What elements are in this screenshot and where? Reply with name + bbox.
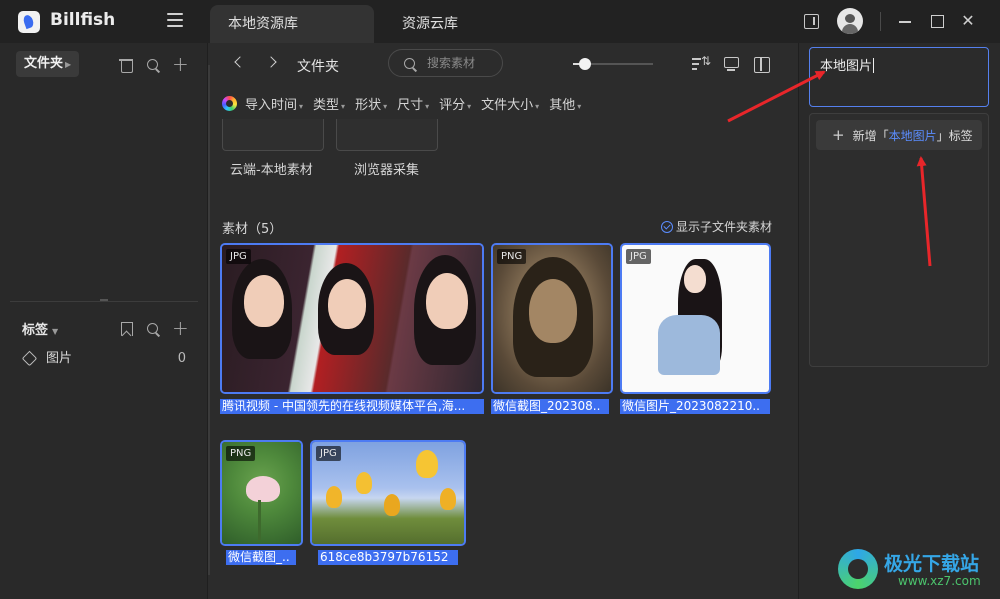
sort-icon[interactable]	[692, 54, 711, 72]
tag-count: 0	[177, 351, 186, 366]
show-subfolder-toggle[interactable]: 显示子文件夹素材	[660, 218, 772, 235]
tag-suggestion-dropdown: + 新增「本地图片」标签	[809, 113, 989, 367]
zoom-slider[interactable]	[573, 58, 653, 70]
watermark-url: www.xz7.com	[898, 574, 981, 588]
tag-label: 图片	[46, 351, 73, 366]
title-separator	[880, 12, 881, 31]
asset-thumbnail[interactable]: JPG	[310, 440, 466, 546]
file-type-badge: JPG	[226, 249, 251, 264]
sidebar: 文件夹 ▶ + 标签 ▼ + 图片 0	[0, 43, 208, 599]
asset-thumbnail[interactable]: PNG	[491, 243, 613, 394]
tab-local-library[interactable]: 本地资源库	[210, 5, 374, 43]
add-folder-icon[interactable]: +	[172, 54, 189, 74]
asset-name[interactable]: 微信截图_..	[226, 550, 296, 565]
asset-thumbnail[interactable]: PNG	[220, 440, 303, 546]
monitor-icon[interactable]	[723, 56, 739, 72]
add-new-tag-option[interactable]: + 新增「本地图片」标签	[816, 120, 982, 150]
folder-search-icon[interactable]	[145, 57, 161, 73]
sidebar-item-tag-images[interactable]: 图片 0	[21, 349, 190, 369]
minimize-button[interactable]	[896, 12, 914, 30]
filter-bar: 导入时间 ▾ 类型 ▾ 形状 ▾ 尺寸 ▾ 评分 ▾ 文件大小 ▾ 其他 ▾	[222, 94, 591, 113]
plus-icon: +	[832, 126, 845, 144]
file-type-badge: JPG	[316, 446, 341, 461]
asset-name[interactable]: 微信图片_2023082210..	[620, 399, 770, 414]
tags-section-label: 标签	[22, 323, 49, 338]
asset-name[interactable]: 微信截图_202308..	[491, 399, 609, 414]
filter-shape[interactable]: 形状 ▾	[355, 94, 387, 113]
zoom-slider-thumb[interactable]	[579, 58, 591, 70]
filter-type[interactable]: 类型 ▾	[313, 94, 345, 113]
folder-section-label: 文件夹	[24, 56, 64, 71]
file-type-badge: PNG	[226, 446, 256, 461]
file-type-badge: JPG	[626, 249, 651, 264]
filter-size[interactable]: 尺寸 ▾	[397, 94, 429, 113]
app-name: Billfish	[50, 10, 116, 30]
panel-toggle-icon[interactable]	[804, 14, 819, 29]
asset-name[interactable]: 腾讯视频 - 中国领先的在线视频媒体平台,海...	[220, 399, 484, 414]
title-bar: Billfish 本地资源库 资源云库 ✕	[0, 0, 1000, 43]
layout-icon[interactable]	[753, 56, 770, 73]
folder-card-browser[interactable]	[336, 119, 438, 151]
color-filter-icon[interactable]	[222, 95, 237, 111]
caret-down-icon: ▼	[52, 327, 59, 336]
add-tag-icon[interactable]: +	[172, 318, 189, 338]
filter-rating[interactable]: 评分 ▾	[439, 94, 471, 113]
tag-icon	[21, 350, 38, 367]
tags-section-header[interactable]: 标签 ▼	[22, 319, 58, 338]
billfish-logo-icon	[18, 11, 40, 33]
tag-panel: 本地图片 + 新增「本地图片」标签	[798, 43, 1000, 599]
asset-thumbnail[interactable]: JPG	[220, 243, 484, 394]
search-box[interactable]	[388, 49, 503, 77]
watermark-logo-icon	[838, 549, 878, 589]
watermark-title: 极光下载站	[884, 553, 980, 575]
asset-name[interactable]: 618ce8b3797b76152	[318, 550, 458, 565]
forward-arrow-icon[interactable]	[266, 55, 280, 69]
asset-thumbnail[interactable]: JPG	[620, 243, 771, 394]
filter-file-size[interactable]: 文件大小 ▾	[481, 94, 539, 113]
sidebar-divider[interactable]	[10, 301, 198, 302]
folder-label: 云端-本地素材	[230, 163, 313, 178]
folder-card-cloud-local[interactable]	[222, 119, 324, 151]
check-circle-icon	[660, 221, 673, 233]
back-arrow-icon[interactable]	[232, 55, 246, 69]
main-divider	[208, 65, 210, 575]
maximize-button[interactable]	[928, 12, 946, 30]
filter-other[interactable]: 其他 ▾	[549, 94, 581, 113]
hamburger-menu-icon[interactable]	[167, 13, 183, 29]
tag-search-icon[interactable]	[145, 321, 161, 337]
folder-label: 浏览器采集	[354, 163, 420, 178]
breadcrumb[interactable]: 文件夹	[297, 56, 339, 76]
search-icon	[402, 56, 418, 72]
tag-input-value: 本地图片	[820, 59, 873, 74]
filter-import-time[interactable]: 导入时间 ▾	[245, 94, 303, 113]
bookmark-icon[interactable]	[118, 321, 134, 337]
watermark: 极光下载站 www.xz7.com	[838, 547, 994, 593]
divider-handle[interactable]	[100, 299, 108, 301]
avatar[interactable]	[837, 8, 863, 34]
main-content: 文件夹 导入时间▾ 类型▾ 形状▾ 尺寸▾ 评分▾ 文件大小▾ 其他▾ 云端-本…	[208, 43, 798, 599]
folder-section-header[interactable]: 文件夹 ▶	[16, 51, 80, 77]
assets-section-title: 素材（5）	[222, 222, 283, 237]
tag-input-field[interactable]: 本地图片	[809, 47, 989, 107]
search-input[interactable]	[427, 54, 499, 72]
caret-right-icon: ▶	[65, 60, 72, 69]
close-button[interactable]: ✕	[959, 12, 977, 30]
file-type-badge: PNG	[497, 249, 527, 264]
tab-cloud-library[interactable]: 资源云库	[384, 5, 476, 43]
trash-icon[interactable]	[118, 57, 134, 73]
text-cursor	[873, 58, 875, 73]
